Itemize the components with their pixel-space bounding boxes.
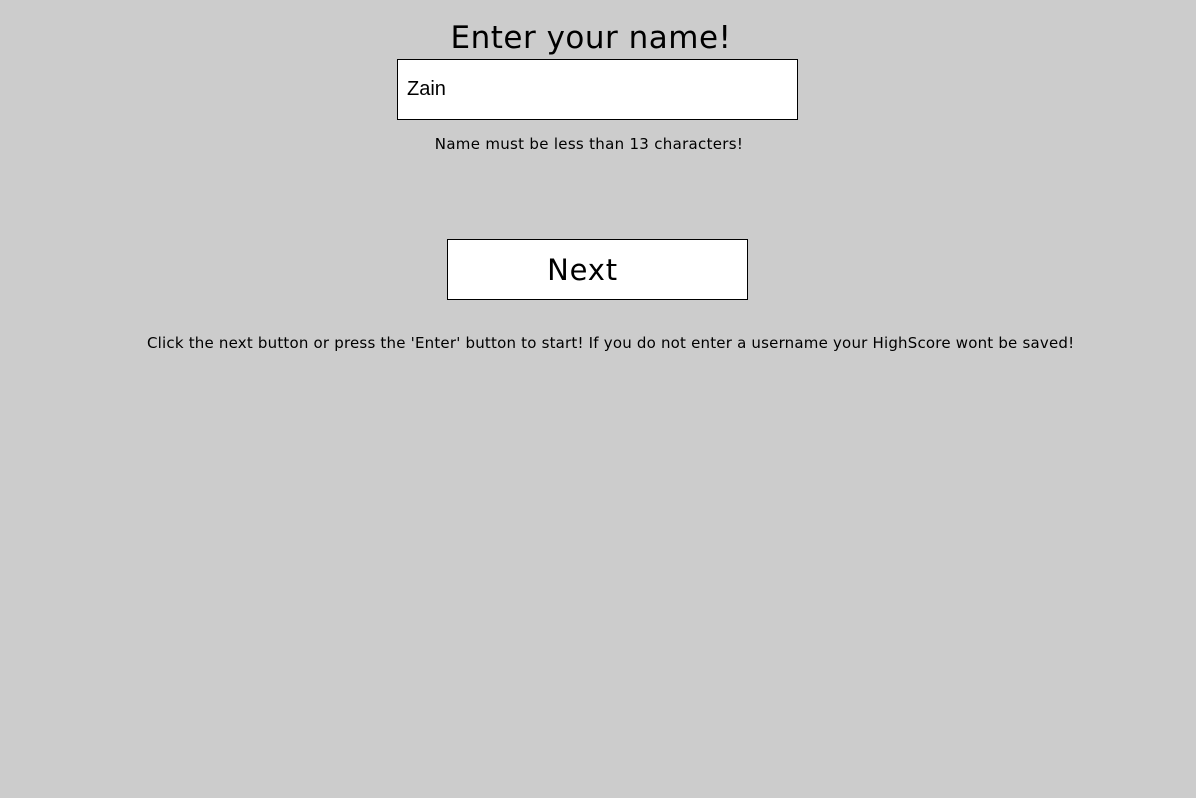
name-length-hint: Name must be less than 13 characters! <box>434 135 744 153</box>
start-instructions: Click the next button or press the 'Ente… <box>147 334 1075 352</box>
name-entry-screen: Enter your name! Name must be less than … <box>0 0 1196 798</box>
page-title: Enter your name! <box>450 20 732 56</box>
name-input[interactable] <box>397 59 798 120</box>
next-button[interactable]: Next <box>447 239 748 300</box>
